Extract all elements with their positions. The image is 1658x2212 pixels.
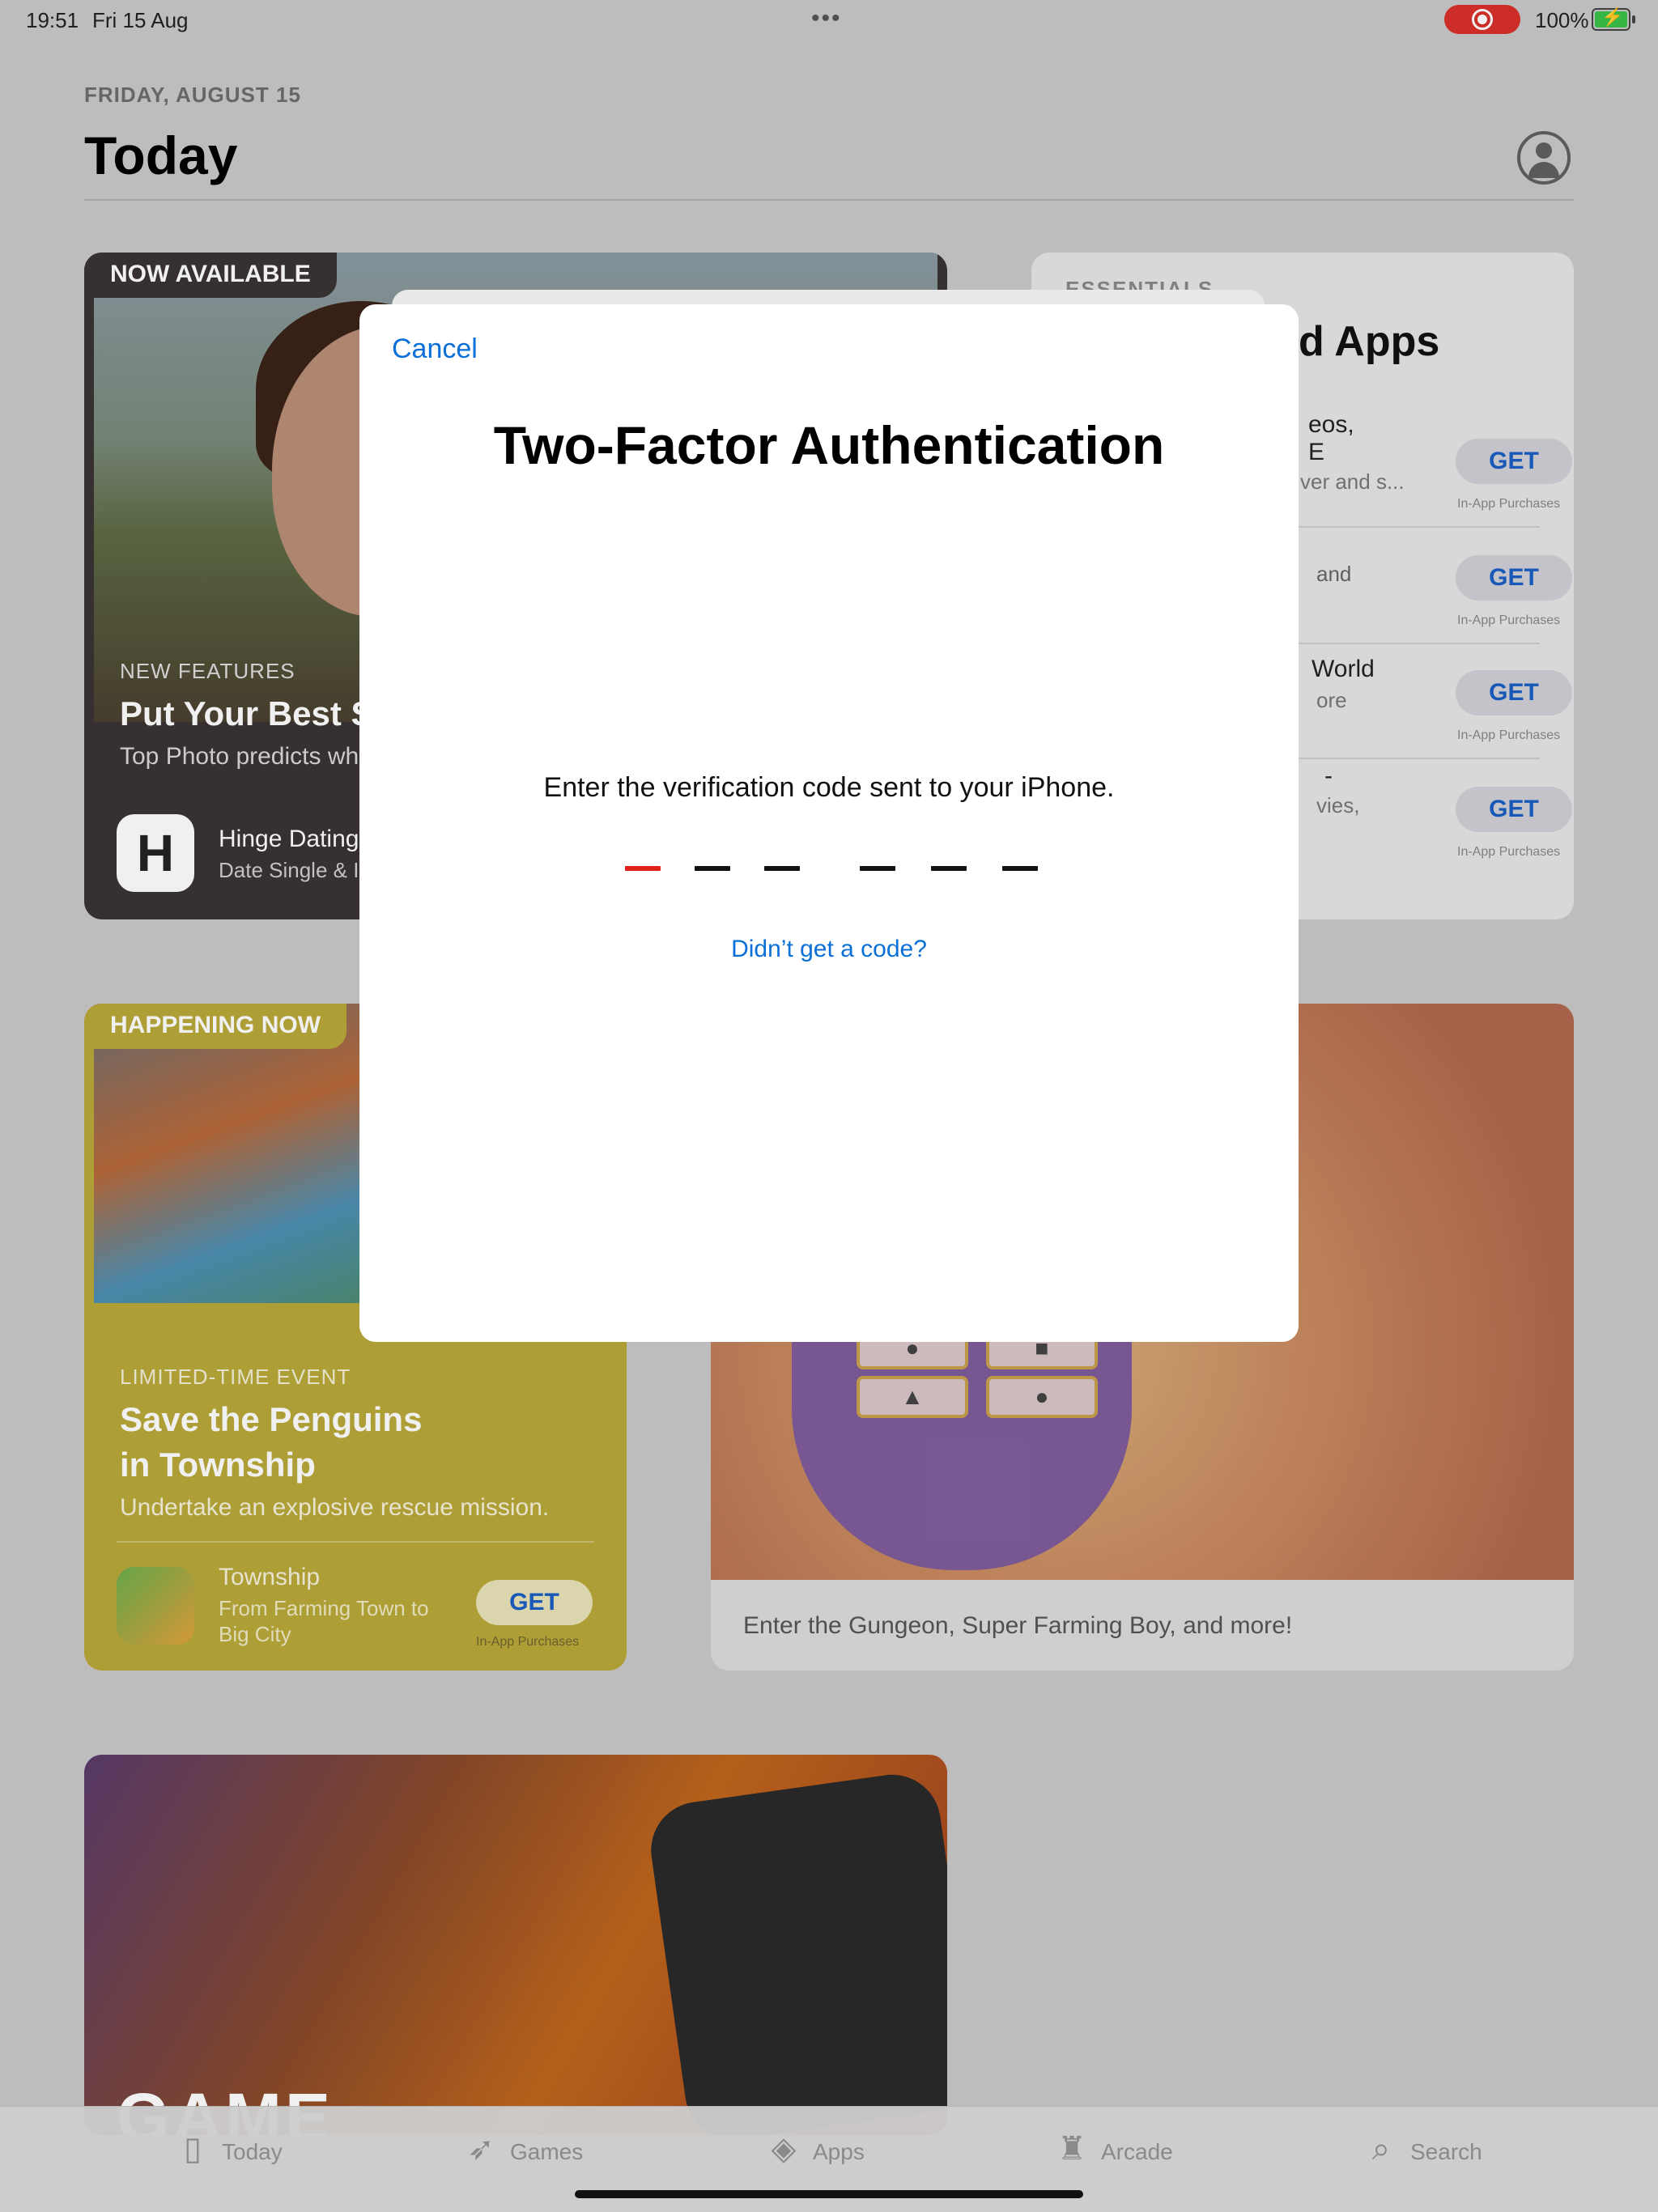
stack-icon: ◈ (771, 2131, 797, 2167)
sheet-title: Two-Factor Authentication (493, 415, 1165, 475)
cancel-button[interactable]: Cancel (392, 333, 478, 365)
code-digit-field[interactable] (931, 866, 967, 871)
rocket-icon: ➶ (467, 2131, 495, 2167)
tab-label: Apps (813, 2139, 865, 2164)
code-digit-field[interactable] (625, 866, 661, 871)
verification-prompt: Enter the verification code sent to your… (543, 772, 1115, 803)
joystick-icon: ♜ (1057, 2131, 1086, 2167)
tab-label: Games (510, 2139, 584, 2164)
tab-label: Arcade (1101, 2139, 1173, 2164)
two-factor-sheet: Cancel Two-Factor Authentication Enter t… (359, 304, 1299, 1342)
resend-code-link[interactable]: Didn’t get a code? (359, 936, 1299, 963)
today-icon: ▯ (183, 2131, 202, 2167)
code-digit-field[interactable] (764, 866, 800, 871)
code-digit-field[interactable] (695, 866, 730, 871)
code-digit-field[interactable] (1002, 866, 1038, 871)
tab-label: Today (222, 2139, 283, 2164)
search-icon: ⌕ (1371, 2131, 1391, 2167)
code-digit-field[interactable] (860, 866, 895, 871)
home-indicator[interactable] (575, 2190, 1083, 2198)
tab-label: Search (1410, 2139, 1482, 2164)
